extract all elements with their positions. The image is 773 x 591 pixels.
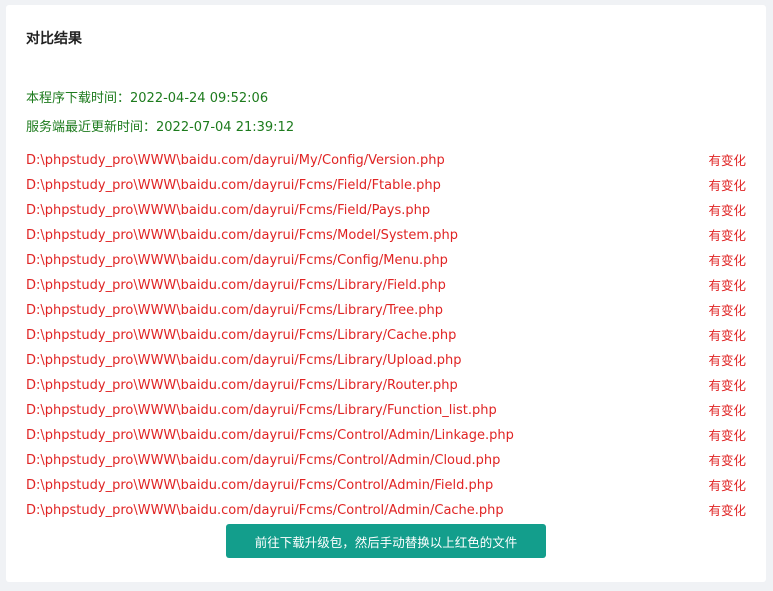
file-status-badge: 有变化 (708, 378, 746, 393)
file-row: D:\phpstudy_pro\WWW\baidu.com/dayrui/Fcm… (26, 248, 746, 273)
file-row: D:\phpstudy_pro\WWW\baidu.com/dayrui/Fcm… (26, 348, 746, 373)
file-row: D:\phpstudy_pro\WWW\baidu.com/dayrui/Fcm… (26, 273, 746, 298)
file-path: D:\phpstudy_pro\WWW\baidu.com/dayrui/Fcm… (26, 453, 501, 468)
compare-result-panel: 对比结果 本程序下载时间：2022-04-24 09:52:06 服务端最近更新… (6, 5, 766, 582)
file-path: D:\phpstudy_pro\WWW\baidu.com/dayrui/Fcm… (26, 503, 504, 518)
file-status-badge: 有变化 (708, 253, 746, 268)
file-path: D:\phpstudy_pro\WWW\baidu.com/dayrui/Fcm… (26, 353, 462, 368)
file-row: D:\phpstudy_pro\WWW\baidu.com/dayrui/Fcm… (26, 473, 746, 498)
file-path: D:\phpstudy_pro\WWW\baidu.com/dayrui/Fcm… (26, 203, 431, 218)
file-row: D:\phpstudy_pro\WWW\baidu.com/dayrui/Fcm… (26, 198, 746, 223)
file-row: D:\phpstudy_pro\WWW\baidu.com/dayrui/My/… (26, 148, 746, 173)
file-path: D:\phpstudy_pro\WWW\baidu.com/dayrui/Fcm… (26, 328, 457, 343)
file-row: D:\phpstudy_pro\WWW\baidu.com/dayrui/Fcm… (26, 423, 746, 448)
file-path: D:\phpstudy_pro\WWW\baidu.com/dayrui/Fcm… (26, 278, 446, 293)
file-path: D:\phpstudy_pro\WWW\baidu.com/dayrui/Fcm… (26, 428, 514, 443)
file-status-badge: 有变化 (708, 178, 746, 193)
server-update-line: 服务端最近更新时间：2022-07-04 21:39:12 (26, 119, 294, 137)
download-upgrade-button[interactable]: 前往下载升级包，然后手动替换以上红色的文件 (226, 524, 546, 558)
file-status-badge: 有变化 (708, 428, 746, 443)
file-status-badge: 有变化 (708, 153, 746, 168)
file-row: D:\phpstudy_pro\WWW\baidu.com/dayrui/Fcm… (26, 498, 746, 523)
file-row: D:\phpstudy_pro\WWW\baidu.com/dayrui/Fcm… (26, 373, 746, 398)
download-time-line: 本程序下载时间：2022-04-24 09:52:06 (26, 90, 268, 108)
file-status-badge: 有变化 (708, 403, 746, 418)
file-path: D:\phpstudy_pro\WWW\baidu.com/dayrui/Fcm… (26, 253, 448, 268)
file-path: D:\phpstudy_pro\WWW\baidu.com/dayrui/Fcm… (26, 378, 458, 393)
file-path: D:\phpstudy_pro\WWW\baidu.com/dayrui/Fcm… (26, 478, 494, 493)
server-update-value: 2022-07-04 21:39:12 (156, 120, 295, 135)
file-row: D:\phpstudy_pro\WWW\baidu.com/dayrui/Fcm… (26, 323, 746, 348)
file-status-badge: 有变化 (708, 453, 746, 468)
download-time-value: 2022-04-24 09:52:06 (130, 91, 269, 106)
file-status-badge: 有变化 (708, 303, 746, 318)
file-path: D:\phpstudy_pro\WWW\baidu.com/dayrui/My/… (26, 153, 445, 168)
file-path: D:\phpstudy_pro\WWW\baidu.com/dayrui/Fcm… (26, 403, 497, 418)
file-path: D:\phpstudy_pro\WWW\baidu.com/dayrui/Fcm… (26, 303, 443, 318)
file-row: D:\phpstudy_pro\WWW\baidu.com/dayrui/Fcm… (26, 448, 746, 473)
file-row: D:\phpstudy_pro\WWW\baidu.com/dayrui/Fcm… (26, 223, 746, 248)
file-row: D:\phpstudy_pro\WWW\baidu.com/dayrui/Fcm… (26, 173, 746, 198)
file-status-badge: 有变化 (708, 228, 746, 243)
file-path: D:\phpstudy_pro\WWW\baidu.com/dayrui/Fcm… (26, 228, 458, 243)
file-status-badge: 有变化 (708, 478, 746, 493)
file-status-badge: 有变化 (708, 328, 746, 343)
panel-title: 对比结果 (26, 31, 82, 47)
file-status-badge: 有变化 (708, 278, 746, 293)
file-status-badge: 有变化 (708, 203, 746, 218)
changed-file-list: D:\phpstudy_pro\WWW\baidu.com/dayrui/My/… (26, 148, 746, 523)
file-row: D:\phpstudy_pro\WWW\baidu.com/dayrui/Fcm… (26, 298, 746, 323)
file-status-badge: 有变化 (708, 353, 746, 368)
file-row: D:\phpstudy_pro\WWW\baidu.com/dayrui/Fcm… (26, 398, 746, 423)
server-update-label: 服务端最近更新时间： (26, 120, 157, 135)
file-path: D:\phpstudy_pro\WWW\baidu.com/dayrui/Fcm… (26, 178, 441, 193)
download-time-label: 本程序下载时间： (26, 91, 131, 106)
file-status-badge: 有变化 (708, 503, 746, 518)
